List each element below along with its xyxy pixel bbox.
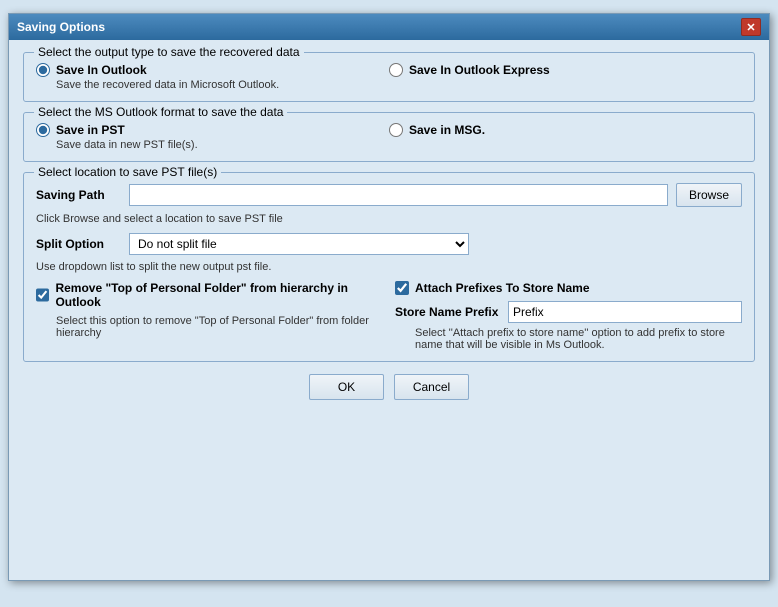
pst-option-col: Save in PST Save data in new PST file(s)…	[36, 123, 389, 151]
attach-prefixes-text: Attach Prefixes To Store Name	[415, 281, 590, 295]
ms-outlook-format-title: Select the MS Outlook format to save the…	[34, 105, 287, 119]
save-pst-radio[interactable]	[36, 123, 50, 137]
output-type-options: Save In Outlook Save the recovered data …	[36, 63, 742, 91]
saving-path-label: Saving Path	[36, 188, 121, 202]
store-prefix-input[interactable]	[508, 301, 742, 323]
ok-button[interactable]: OK	[309, 374, 384, 400]
pst-description: Save data in new PST file(s).	[56, 139, 389, 151]
bottom-left: Remove "Top of Personal Folder" from hie…	[36, 281, 383, 351]
cancel-button[interactable]: Cancel	[394, 374, 469, 400]
close-button[interactable]: ✕	[741, 18, 761, 36]
store-prefix-row: Store Name Prefix	[395, 301, 742, 323]
remove-top-folder-text: Remove "Top of Personal Folder" from hie…	[55, 281, 383, 309]
save-outlook-express-label[interactable]: Save In Outlook Express	[389, 63, 742, 77]
store-prefix-label: Store Name Prefix	[395, 305, 500, 319]
bottom-section: Remove "Top of Personal Folder" from hie…	[36, 281, 742, 351]
title-bar-controls: ✕	[741, 18, 761, 36]
save-outlook-text: Save In Outlook	[56, 63, 147, 77]
save-outlook-express-radio[interactable]	[389, 63, 403, 77]
save-outlook-express-text: Save In Outlook Express	[409, 63, 550, 77]
format-options: Save in PST Save data in new PST file(s)…	[36, 123, 742, 151]
save-msg-radio[interactable]	[389, 123, 403, 137]
window-title: Saving Options	[17, 20, 105, 34]
saving-options-dialog: Saving Options ✕ Select the output type …	[8, 13, 770, 581]
title-bar: Saving Options ✕	[9, 14, 769, 40]
save-msg-text: Save in MSG.	[409, 123, 485, 137]
button-row: OK Cancel	[23, 374, 755, 400]
pst-location-group: Select location to save PST file(s) Savi…	[23, 172, 755, 362]
attach-prefixes-checkbox[interactable]	[395, 281, 409, 295]
pst-location-title: Select location to save PST file(s)	[34, 165, 221, 179]
remove-top-folder-checkbox[interactable]	[36, 288, 49, 302]
outlook-description: Save the recovered data in Microsoft Out…	[56, 79, 389, 91]
store-prefix-desc: Select ''Attach prefix to store name'' o…	[415, 327, 742, 351]
outlook-option-col: Save In Outlook Save the recovered data …	[36, 63, 389, 91]
outlook-express-option-col: Save In Outlook Express	[389, 63, 742, 77]
output-type-group: Select the output type to save the recov…	[23, 52, 755, 102]
save-msg-label[interactable]: Save in MSG.	[389, 123, 742, 137]
remove-top-folder-desc: Select this option to remove "Top of Per…	[56, 315, 383, 339]
split-option-label: Split Option	[36, 237, 121, 251]
browse-button[interactable]: Browse	[676, 183, 742, 207]
split-hint: Use dropdown list to split the new outpu…	[36, 261, 742, 273]
split-option-row: Split Option Do not split file 1 GB 2 GB…	[36, 233, 742, 255]
window-body: Select the output type to save the recov…	[9, 40, 769, 580]
bottom-right: Attach Prefixes To Store Name Store Name…	[395, 281, 742, 351]
save-outlook-radio[interactable]	[36, 63, 50, 77]
saving-path-input[interactable]	[129, 184, 668, 206]
save-outlook-label[interactable]: Save In Outlook	[36, 63, 389, 77]
output-type-title: Select the output type to save the recov…	[34, 45, 304, 59]
split-option-dropdown[interactable]: Do not split file 1 GB 2 GB 5 GB	[129, 233, 469, 255]
saving-path-row: Saving Path Browse	[36, 183, 742, 207]
save-pst-text: Save in PST	[56, 123, 125, 137]
msg-option-col: Save in MSG.	[389, 123, 742, 137]
save-pst-label[interactable]: Save in PST	[36, 123, 389, 137]
attach-prefixes-label[interactable]: Attach Prefixes To Store Name	[395, 281, 742, 295]
ms-outlook-format-group: Select the MS Outlook format to save the…	[23, 112, 755, 162]
remove-top-folder-label[interactable]: Remove "Top of Personal Folder" from hie…	[36, 281, 383, 309]
saving-hint: Click Browse and select a location to sa…	[36, 213, 742, 225]
